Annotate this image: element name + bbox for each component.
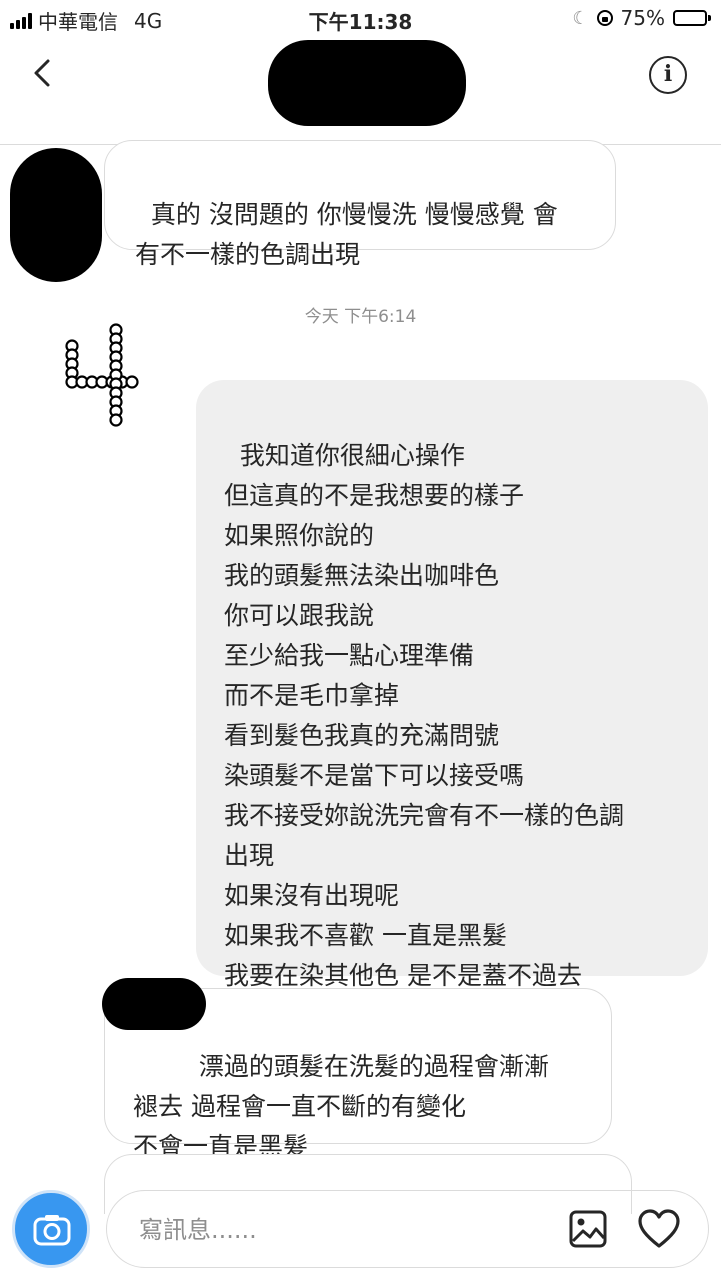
message-text: 漂過的頭髮在洗髮的過程會漸漸 褪去 過程會一直不斷的有變化 不會一直是黑髮 [133, 1052, 549, 1161]
message-box [106, 1190, 709, 1268]
redaction-mark [268, 40, 466, 126]
message-composer [12, 1190, 709, 1270]
camera-button[interactable] [12, 1190, 90, 1268]
message-incoming[interactable]: 真的 沒問題的 你慢慢洗 慢慢感覺 會 有不一樣的色調出現 [104, 140, 616, 269]
moon-icon: ☾ [572, 7, 589, 29]
info-icon[interactable]: i [649, 56, 687, 94]
hand-drawn-number-mark [65, 323, 139, 427]
message-text: 真的 沒問題的 你慢慢洗 慢慢感覺 會 有不一樣的色調出現 [135, 200, 558, 269]
rotation-lock-icon [596, 10, 613, 26]
redaction-mark [102, 978, 206, 1030]
heart-icon[interactable] [637, 1208, 681, 1250]
gallery-icon[interactable] [569, 1210, 607, 1248]
battery-icon [673, 10, 711, 26]
battery-percent: 75% [620, 6, 665, 30]
message-text: 我知道你很細心操作 但這真的不是我想要的樣子 如果照你說的 我的頭髮無法染出咖啡… [224, 441, 625, 990]
back-arrow-icon[interactable] [28, 58, 58, 88]
chat-header: stan i [0, 36, 721, 145]
message-input[interactable] [137, 1211, 541, 1249]
message-outgoing[interactable]: 我知道你很細心操作 但這真的不是我想要的樣子 如果照你說的 我的頭髮無法染出咖啡… [196, 380, 708, 990]
sender-avatar-redacted [10, 148, 102, 282]
camera-icon [33, 1215, 71, 1246]
status-bar: 中華電信 4G 下午11:38 ☾ 75% [0, 0, 721, 36]
